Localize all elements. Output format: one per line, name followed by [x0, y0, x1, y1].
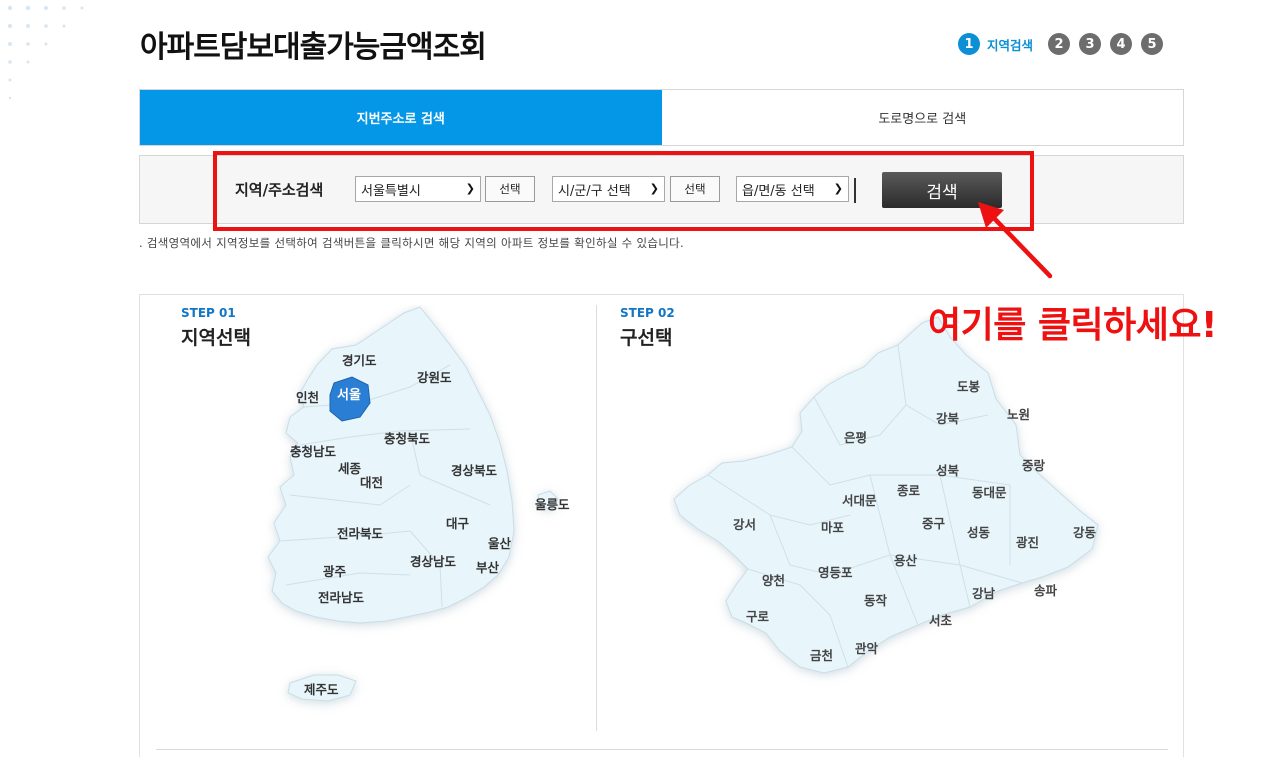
region-label-jeju[interactable]: 제주도 — [304, 682, 339, 697]
district-label-seocho[interactable]: 서초 — [929, 613, 953, 628]
district-label-nowon[interactable]: 노원 — [1007, 407, 1030, 422]
district-label-dobong[interactable]: 도봉 — [957, 379, 981, 394]
search-hint-text: . 검색영역에서 지역정보를 선택하여 검색버튼을 클릭하시면 해당 지역의 아… — [139, 236, 684, 250]
district-label-songpa[interactable]: 송파 — [1034, 583, 1058, 598]
step-indicator: 1 지역검색 2 3 4 5 — [958, 33, 1164, 55]
district-label-guro[interactable]: 구로 — [746, 609, 770, 624]
highlight-frame — [213, 151, 1034, 231]
region-label-jeonnam[interactable]: 전라남도 — [318, 590, 365, 605]
search-mode-tabs: 지번주소로 검색 도로명으로 검색 — [139, 89, 1184, 146]
seoul-outline-shape — [673, 316, 1099, 674]
seoul-map: 도봉 노원 강북 은평 성북 중랑 서대문 종로 동대문 강서 마포 중구 성동… — [673, 316, 1099, 674]
step-1-label: 지역검색 — [987, 37, 1034, 53]
region-label-sejong[interactable]: 세종 — [338, 461, 362, 476]
step-4-indicator: 4 — [1110, 33, 1133, 55]
district-label-geumcheon[interactable]: 금천 — [810, 648, 833, 663]
page-title: 아파트담보대출가능금액조회 — [140, 30, 487, 65]
district-label-yongsan[interactable]: 용산 — [894, 553, 918, 568]
region-label-jeonbuk[interactable]: 전라북도 — [337, 526, 384, 541]
region-map-panel: STEP 01 지역선택 STEP 02 구선택 경기도 서울 인천 강원도 충… — [139, 294, 1184, 757]
district-label-gangnam[interactable]: 강남 — [972, 586, 996, 601]
region-label-gwangju[interactable]: 광주 — [323, 564, 347, 579]
district-label-jongno[interactable]: 종로 — [897, 483, 921, 498]
region-label-ulsan[interactable]: 울산 — [488, 536, 512, 551]
district-label-yeongdeungpo[interactable]: 영등포 — [818, 565, 853, 580]
step-3-indicator: 3 — [1079, 33, 1102, 55]
district-label-gangseo[interactable]: 강서 — [733, 517, 756, 532]
region-label-gangwon[interactable]: 강원도 — [417, 370, 452, 385]
district-label-gangdong[interactable]: 강동 — [1073, 525, 1097, 540]
region-label-daegu[interactable]: 대구 — [446, 516, 470, 531]
tab-road-name[interactable]: 도로명으로 검색 — [661, 90, 1183, 145]
region-label-incheon[interactable]: 인천 — [296, 390, 319, 405]
district-label-seongbuk[interactable]: 성북 — [936, 463, 960, 478]
region-label-gyeongbuk[interactable]: 경상북도 — [451, 463, 498, 478]
region-label-gyeonggi[interactable]: 경기도 — [342, 353, 377, 368]
tab-jibun-address[interactable]: 지번주소로 검색 — [140, 90, 662, 145]
district-label-gangbuk[interactable]: 강북 — [936, 411, 960, 426]
region-label-daejeon[interactable]: 대전 — [360, 475, 383, 490]
click-here-callout: 여기를 클릭하세요! — [928, 305, 1217, 346]
district-label-seongdong[interactable]: 성동 — [967, 525, 991, 540]
step2-title: 구선택 — [620, 327, 673, 349]
district-label-junggu[interactable]: 중구 — [922, 516, 946, 531]
step1-title: 지역선택 — [181, 327, 251, 349]
district-label-mapo[interactable]: 마포 — [821, 520, 845, 535]
region-label-chungnam[interactable]: 충청남도 — [290, 444, 337, 459]
korea-map: 경기도 서울 인천 강원도 충청북도 충청남도 세종 대전 경상북도 울릉도 전… — [267, 306, 570, 702]
decorative-dot-pattern — [7, 5, 84, 100]
region-label-busan[interactable]: 부산 — [476, 560, 500, 575]
district-label-yangcheon[interactable]: 양천 — [762, 573, 785, 588]
panel-bottom-divider — [156, 749, 1168, 750]
step-1-indicator: 1 — [958, 33, 980, 55]
step-5-indicator: 5 — [1141, 33, 1164, 55]
district-label-seodaemun[interactable]: 서대문 — [842, 493, 877, 508]
region-label-seoul[interactable]: 서울 — [337, 387, 361, 403]
pointer-arrow-icon — [978, 202, 1053, 279]
district-label-dongjak[interactable]: 동작 — [864, 593, 888, 608]
district-label-dongdaemun[interactable]: 동대문 — [972, 485, 1007, 500]
district-label-eunpyeong[interactable]: 은평 — [844, 430, 867, 445]
region-label-ulleung[interactable]: 울릉도 — [535, 497, 570, 512]
region-label-chungbuk[interactable]: 충청북도 — [384, 431, 431, 446]
region-label-gyeongnam[interactable]: 경상남도 — [410, 554, 457, 569]
step-2-indicator: 2 — [1048, 33, 1071, 55]
map-divider — [596, 305, 597, 731]
step2-kicker: STEP 02 — [620, 306, 675, 320]
district-label-gwangjin[interactable]: 광진 — [1016, 535, 1039, 550]
step1-kicker: STEP 01 — [181, 306, 236, 320]
district-label-jungnang[interactable]: 중랑 — [1022, 458, 1046, 473]
district-label-gwanak[interactable]: 관악 — [855, 641, 879, 656]
